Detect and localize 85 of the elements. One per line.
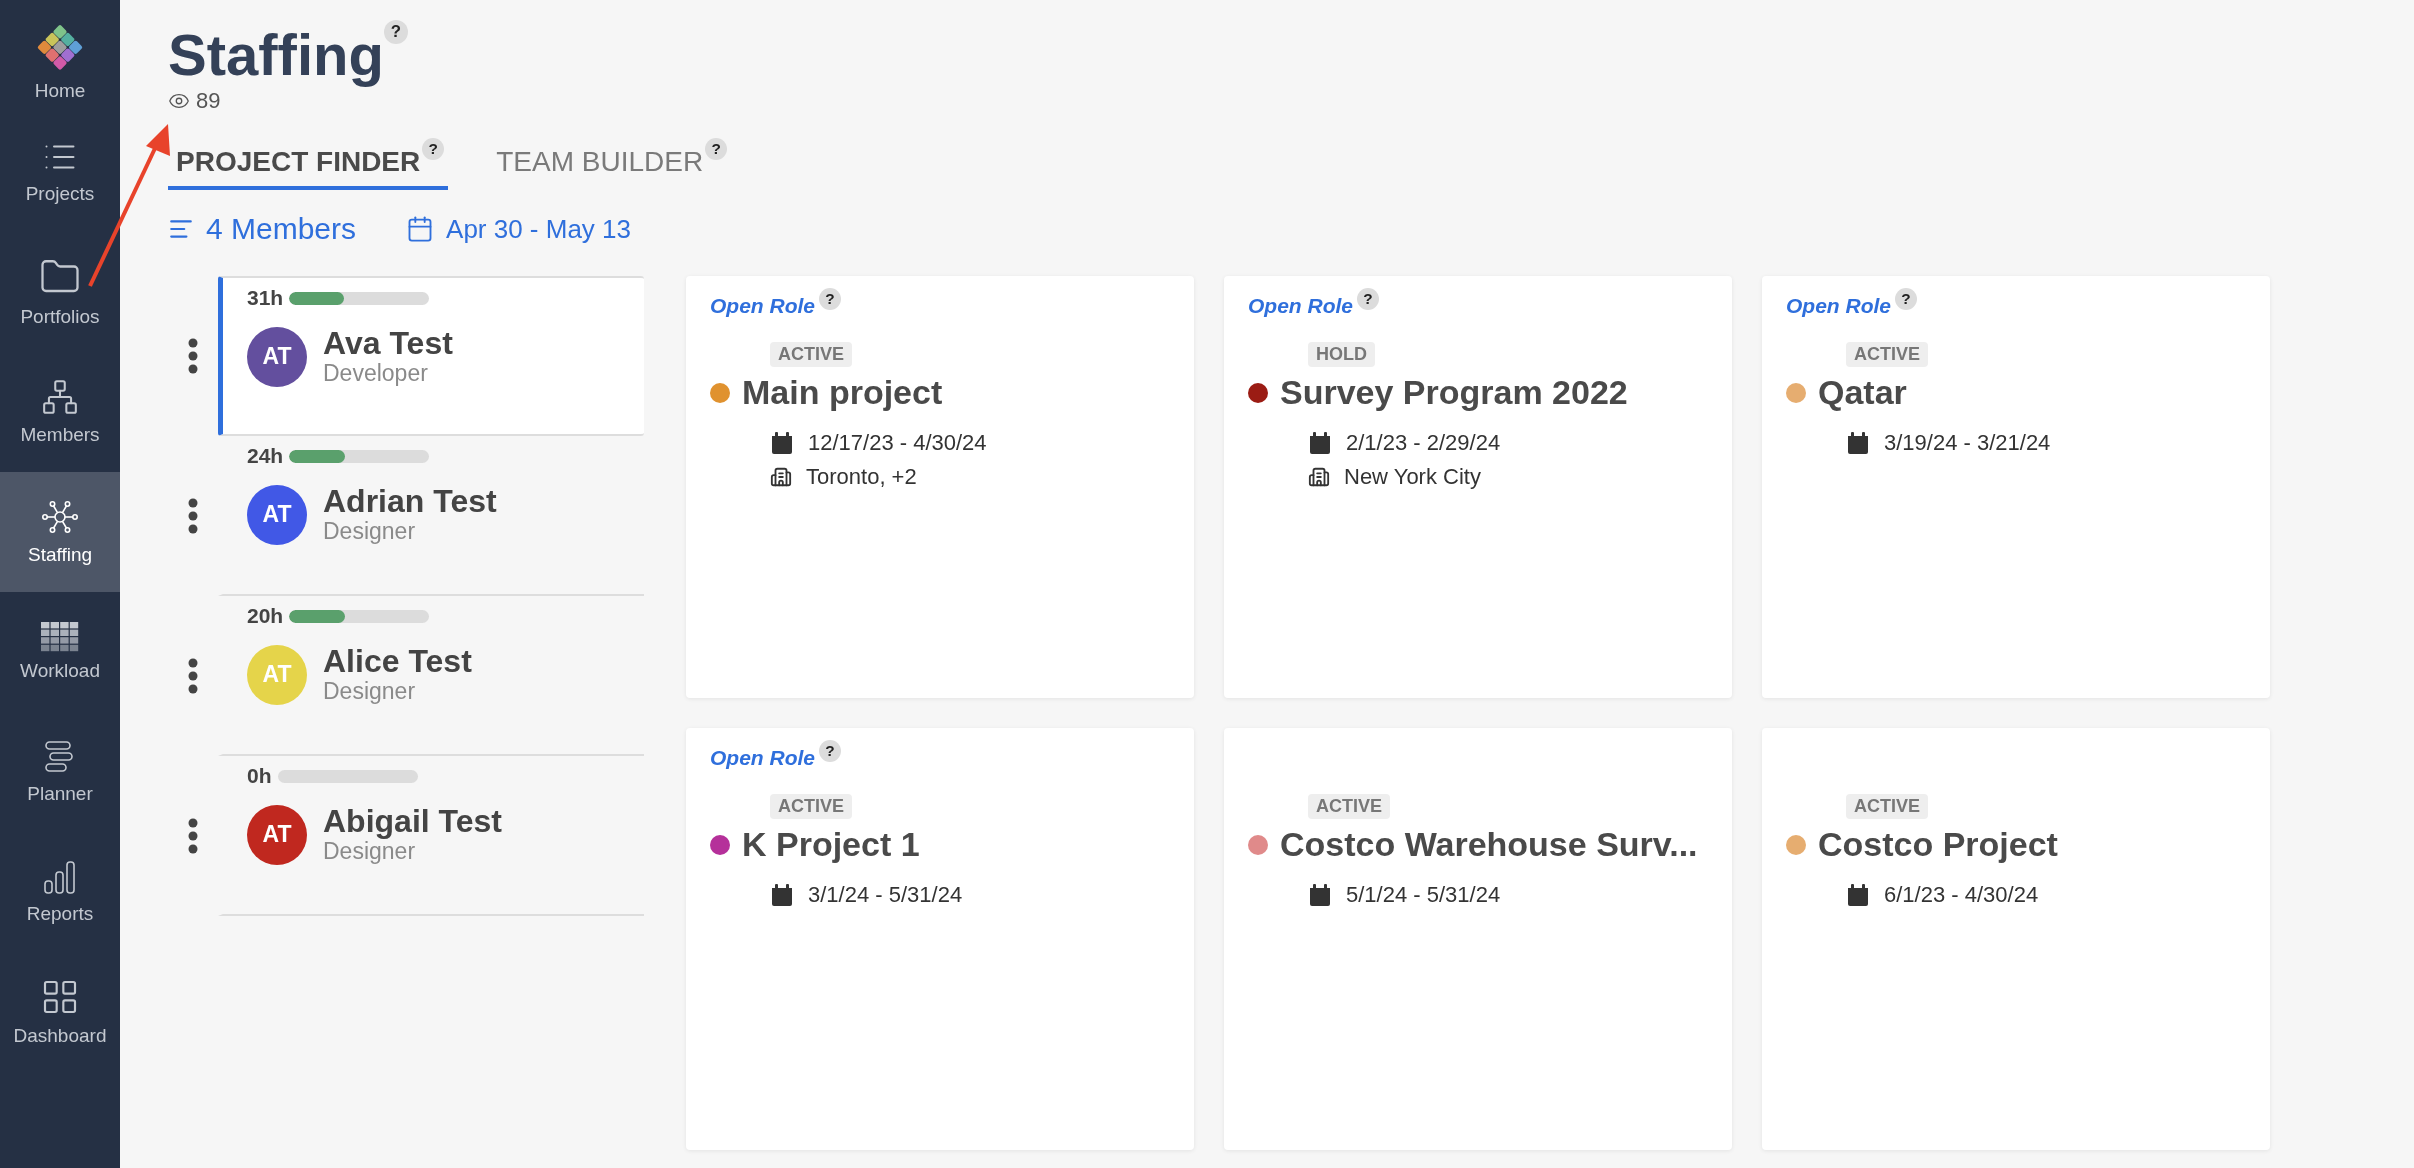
project-card[interactable]: Open Role ? ACTIVE K Project 1 3/1/24 - 5/31/24 (686, 728, 1194, 1150)
status-tag: ACTIVE (770, 794, 852, 819)
avatar: AT (247, 644, 307, 705)
hub-icon (41, 498, 79, 536)
member-role: Designer (323, 678, 417, 705)
sidebar-item[interactable]: Reports (0, 832, 120, 952)
building-icon (770, 466, 792, 488)
help-icon[interactable]: ? (819, 740, 841, 762)
status-tag: ACTIVE (1846, 342, 1928, 367)
member-name: Ava Test (323, 326, 453, 360)
project-name: K Project 1 (742, 825, 920, 864)
project-dates: 3/1/24 - 5/31/24 (808, 882, 963, 908)
member-role: Developer (323, 360, 429, 387)
help-icon[interactable]: ? (1357, 288, 1379, 310)
open-role-link[interactable]: Open Role (710, 740, 815, 770)
date-range-button[interactable]: Apr 30 - May 13 (406, 213, 632, 245)
calendar-icon (1308, 432, 1332, 454)
help-icon[interactable]: ? (1895, 288, 1917, 310)
project-card[interactable]: Open Role ? HOLD Survey Program 2022 2/1/23 - 2/29/24 New York City (1224, 276, 1732, 698)
status-tag: ACTIVE (1308, 794, 1390, 819)
project-card[interactable]: ACTIVE Costco Warehouse Surv... 5/1/24 - 5/31/24 (1224, 728, 1732, 1150)
open-role-link[interactable]: Open Role (710, 288, 815, 318)
page-title: Staffing (168, 21, 384, 89)
org-chart-icon (41, 378, 79, 416)
sidebar-item[interactable]: Planner (0, 712, 120, 832)
member-name: Alice Test (323, 644, 472, 678)
more-options-icon (188, 658, 198, 694)
avatar: AT (247, 484, 307, 545)
member-name: Abigail Test (323, 804, 502, 838)
calendar-icon (770, 432, 794, 454)
bar-chart-icon (42, 859, 78, 895)
project-dates: 2/1/23 - 2/29/24 (1346, 430, 1501, 456)
avatar: AT (247, 326, 307, 387)
member-role: Designer (323, 518, 417, 545)
help-icon[interactable]: ? (422, 138, 445, 160)
project-dates: 5/1/24 - 5/31/24 (1346, 882, 1501, 908)
logo-icon (35, 22, 85, 72)
project-location: Toronto, +2 (806, 464, 917, 490)
help-icon[interactable]: ? (705, 138, 728, 160)
member-role: Designer (323, 838, 416, 865)
project-card[interactable]: Open Role ? ACTIVE Qatar 3/19/24 - 3/21/24 (1762, 276, 2270, 698)
more-options-icon (188, 818, 198, 854)
hours-label: 20h (247, 604, 284, 628)
project-card[interactable]: Open Role ? ACTIVE Main project 12/17/23 - 4/30/24 Toronto, +2 (686, 276, 1194, 698)
sidebar-item[interactable]: Workload (0, 592, 120, 712)
open-role-link[interactable]: Open Role (1786, 288, 1891, 318)
project-name: Costco Project (1818, 825, 2058, 864)
sidebar-item[interactable]: Projects (0, 112, 120, 232)
sidebar-item[interactable]: Members (0, 352, 120, 472)
project-dates: 6/1/23 - 4/30/24 (1884, 882, 2039, 908)
building-icon (1308, 466, 1330, 488)
hours-label: 24h (247, 444, 284, 468)
more-options-icon (188, 338, 198, 374)
project-dates: 3/19/24 - 3/21/24 (1884, 430, 2051, 456)
project-name: Survey Program 2022 (1280, 373, 1628, 412)
view-count: 89 (196, 88, 221, 114)
member-name: Adrian Test (323, 484, 497, 518)
open-role-link[interactable]: Open Role (1248, 288, 1353, 318)
hours-label: 31h (247, 286, 284, 310)
calendar-icon (1846, 432, 1870, 454)
help-icon[interactable]: ? (383, 20, 408, 44)
tab[interactable]: TEAM BUILDER ? (488, 138, 732, 190)
calendar-icon (1308, 884, 1332, 906)
project-name: Qatar (1818, 373, 1907, 412)
status-tag: HOLD (1308, 342, 1375, 367)
members-button[interactable]: 4 Members (168, 212, 357, 246)
status-tag: ACTIVE (1846, 794, 1928, 819)
calendar-icon (770, 884, 794, 906)
hours-label: 0h (247, 764, 272, 788)
project-card[interactable]: ACTIVE Costco Project 6/1/23 - 4/30/24 (1762, 728, 2270, 1150)
project-dates: 12/17/23 - 4/30/24 (808, 430, 987, 456)
sidebar-item[interactable]: Staffing (0, 472, 120, 592)
avatar: AT (247, 804, 307, 865)
sidebar-item[interactable]: Dashboard (0, 952, 120, 1072)
tab[interactable]: PROJECT FINDER ? (168, 138, 449, 190)
sidebar-item[interactable]: Portfolios (0, 232, 120, 352)
more-options-icon (188, 498, 198, 534)
status-tag: ACTIVE (770, 342, 852, 367)
project-name: Costco Warehouse Surv... (1280, 825, 1698, 864)
help-icon[interactable]: ? (819, 288, 841, 310)
project-location: New York City (1344, 464, 1481, 490)
calendar-icon (1846, 884, 1870, 906)
sidebar-item[interactable]: Home (0, 22, 120, 112)
grid-icon (41, 622, 79, 652)
project-name: Main project (742, 373, 943, 412)
